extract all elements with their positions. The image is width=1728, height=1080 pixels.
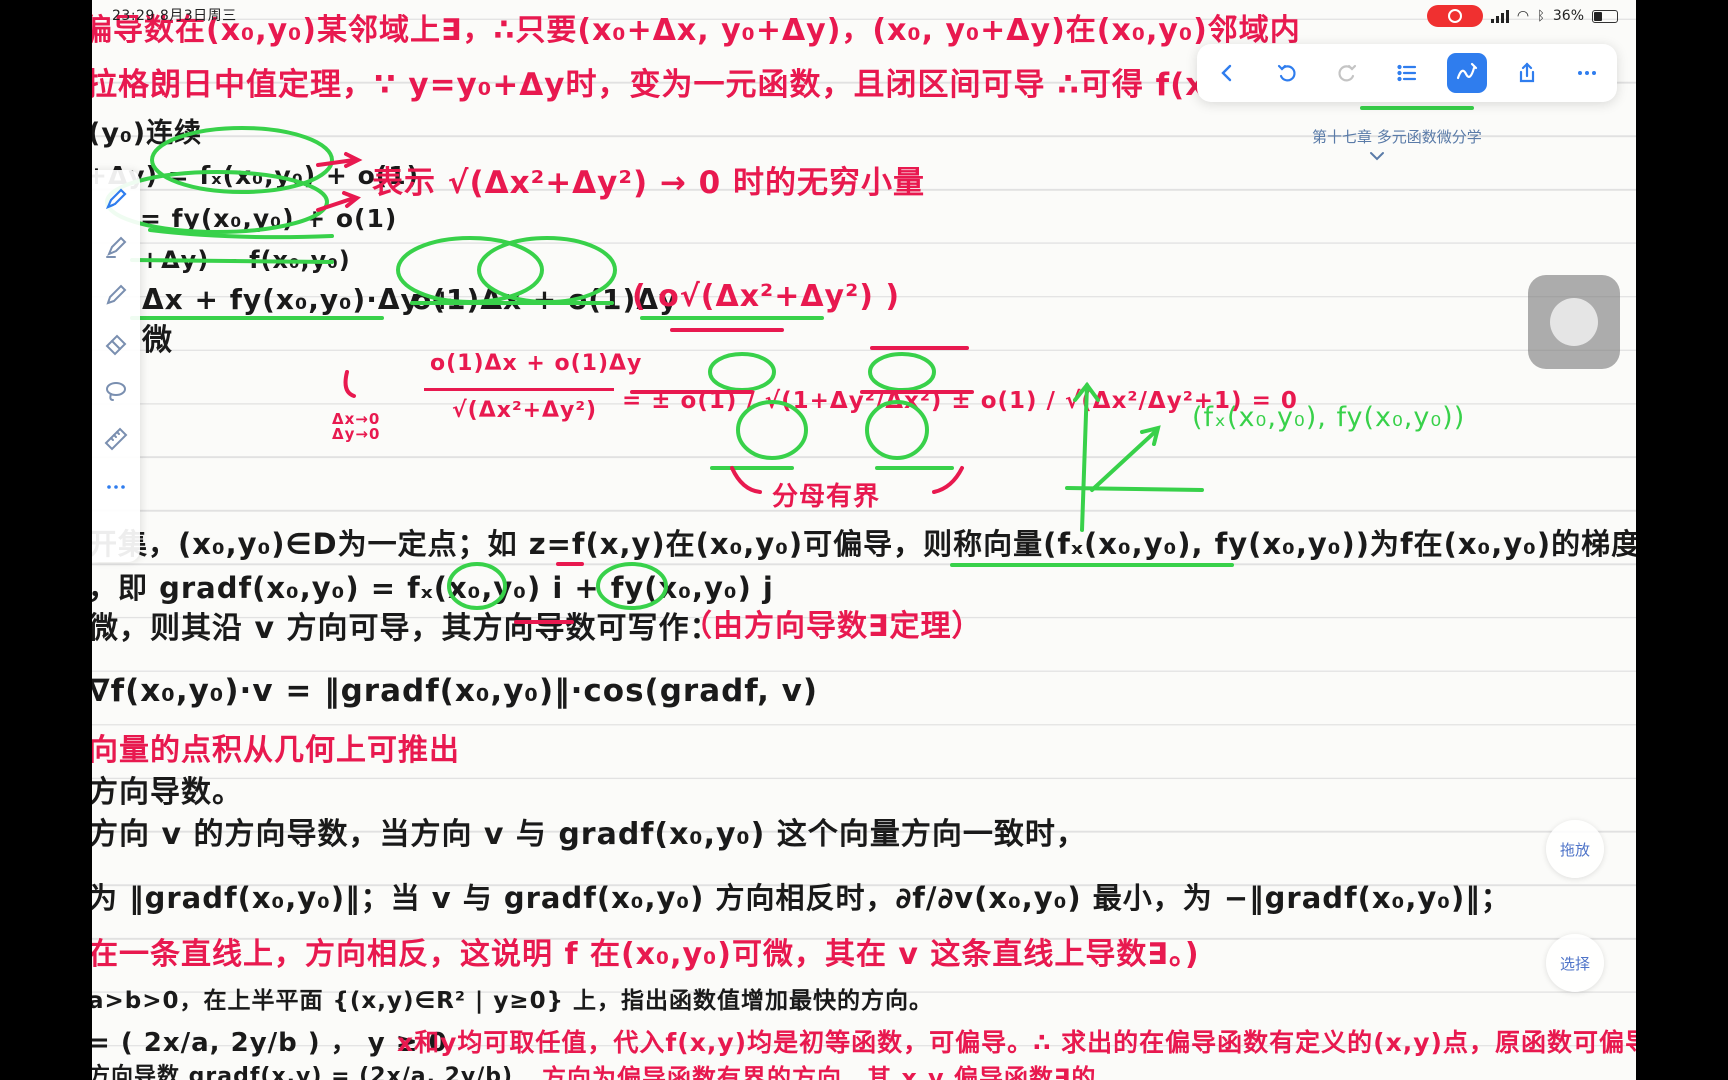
note-line: Δx + fy(x₀,y₀)·Δy + <box>142 283 455 316</box>
note-line: 微，则其沿 v 方向可导，其方向导数可写作： <box>92 611 721 646</box>
note-line: 分母有界 <box>772 482 881 512</box>
note-line: 方向为偏导函数有界的方向，其 x,y 偏导函数∃的 <box>542 1064 1097 1080</box>
note-line: 在一条直线上，方向相反，这说明 f 在(x₀,y₀)可微，其在 v 这条直线上导… <box>92 937 1200 972</box>
note-line: (y₀)连续 <box>92 118 203 149</box>
fraction-numerator: o(1)Δx + o(1)Δy <box>430 351 643 376</box>
signal-icon <box>1490 9 1509 23</box>
assistive-touch-button[interactable] <box>1528 275 1620 369</box>
note-line: a>b>0，在上半平面 {(x,y)∈R² | y≥0} 上，指出函数值增加最快… <box>92 988 933 1014</box>
note-line: +Δy) = fₓ(x₀,y₀) + o(1) <box>92 161 420 190</box>
note-line: 向量的点积从几何上可推出 <box>92 733 460 768</box>
pen-icon[interactable] <box>99 182 133 216</box>
note-line: 方向导数 gradf(x,y) = (2x/a, 2y/b) <box>92 1064 514 1080</box>
ruler-icon[interactable] <box>99 422 133 456</box>
pencil-icon[interactable] <box>99 278 133 312</box>
redo-icon[interactable] <box>1327 53 1367 93</box>
wifi-icon: ◠ <box>1516 8 1530 24</box>
top-toolbar <box>1197 44 1617 102</box>
note-line: 方向导数。 <box>92 775 243 810</box>
select-button[interactable]: 选择 <box>1546 934 1604 992</box>
share-icon[interactable] <box>1507 53 1547 93</box>
back-icon[interactable] <box>1207 53 1247 93</box>
status-indicators: ◠ ᛒ 36% <box>1426 5 1618 27</box>
note-line: 方向 v 的方向导数，当方向 v 与 gradf(x₀,y₀) 这个向量方向一致… <box>92 817 1087 852</box>
status-bar: 23:29 8月3日周三 ◠ ᛒ 36% <box>92 0 1636 28</box>
status-time: 23:29 8月3日周三 <box>112 8 237 24</box>
note-line: （由方向导数∃定理） <box>682 609 983 644</box>
note-line: ( o√(Δx²+Δy²) ) <box>632 279 901 314</box>
handwritten-note-canvas[interactable]: 偏导数在(x₀,y₀)某邻域上∃，∴只要(x₀+Δx, y₀+Δy)，(x₀, … <box>92 0 1636 1080</box>
note-line: ，即 gradf(x₀,y₀) = fₓ(x₀,y₀) i + fy(x₀,y₀… <box>92 571 774 605</box>
fraction-denominator: √(Δx²+Δy²) <box>452 398 598 423</box>
bluetooth-icon: ᛒ <box>1537 8 1545 24</box>
note-line: x和y均可取任值，代入f(x,y)均是初等函数，可偏导。∴ 求出的在偏导函数有定… <box>397 1028 1636 1057</box>
lasso-icon[interactable] <box>99 374 133 408</box>
pen-mode-icon[interactable] <box>1447 53 1487 93</box>
side-tool-palette <box>92 170 140 562</box>
chapter-title[interactable]: 第十七章 多元函数微分学 <box>1312 126 1482 147</box>
screen-recording-icon[interactable] <box>1426 5 1483 27</box>
battery-percent: 36% <box>1552 8 1584 24</box>
note-line: 开集，(x₀,y₀)∈D为一定点；如 z=f(x,y)在(x₀,y₀)可偏导，则… <box>92 527 1636 561</box>
list-icon[interactable] <box>1387 53 1427 93</box>
undo-icon[interactable] <box>1267 53 1307 93</box>
note-line: 微 <box>142 323 173 358</box>
note-line: 为 ‖gradf(x₀,y₀)‖；当 v 与 gradf(x₀,y₀) 方向相反… <box>92 881 1511 915</box>
note-line: ∇f(x₀,y₀)·v = ‖gradf(x₀,y₀)‖·cos(gradf, … <box>92 673 819 709</box>
battery-icon <box>1592 9 1618 23</box>
chevron-down-icon[interactable] <box>1368 150 1386 162</box>
note-line: 表示 √(Δx²+Δy²) → 0 时的无穷小量 <box>372 165 926 201</box>
more-dots-icon[interactable] <box>99 470 133 504</box>
ipad-screen: 偏导数在(x₀,y₀)某邻域上∃，∴只要(x₀+Δx, y₀+Δy)，(x₀, … <box>92 0 1636 1080</box>
highlighter-icon[interactable] <box>99 230 133 264</box>
fraction-bar <box>424 388 614 391</box>
note-line: = fy(x₀,y₀) + o(1) <box>140 204 398 233</box>
note-line: = ( 2x/a, 2y/b ) ， y ≥ 0 <box>92 1028 448 1058</box>
eraser-icon[interactable] <box>99 326 133 360</box>
limit-subscript: Δx→0 Δy→0 <box>332 410 381 443</box>
note-line: +Δy) − f(x₀,y₀) <box>140 246 351 274</box>
more-icon[interactable] <box>1567 53 1607 93</box>
drag-button[interactable]: 拖放 <box>1546 820 1604 878</box>
gradient-label: (fₓ(x₀,y₀), fy(x₀,y₀)) <box>1192 402 1466 433</box>
